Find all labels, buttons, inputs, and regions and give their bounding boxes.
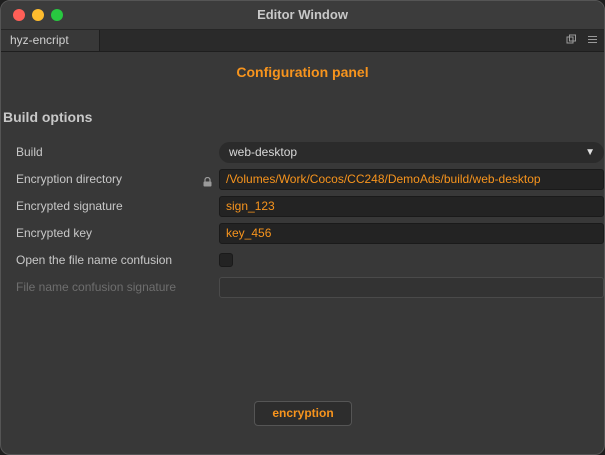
encrypted-key-label: Encrypted key	[16, 226, 93, 240]
encryption-directory-label: Encryption directory	[16, 172, 123, 186]
dropdown-arrow-icon: ▼	[585, 147, 595, 158]
encrypted-signature-label: Encrypted signature	[16, 199, 123, 213]
encrypted-key-field[interactable]: key_456	[219, 223, 604, 244]
file-name-confusion-label: Open the file name confusion	[16, 253, 173, 267]
tab-bar: hyz-encript	[1, 30, 604, 52]
window-title: Editor Window	[257, 7, 348, 22]
encrypted-signature-field[interactable]: sign_123	[219, 196, 604, 217]
encrypted-signature-row: Encrypted signature sign_123	[1, 196, 604, 218]
title-bar: Editor Window	[1, 1, 604, 30]
file-name-confusion-checkbox[interactable]	[219, 253, 233, 267]
build-label: Build	[16, 145, 43, 159]
build-select-value: web-desktop	[229, 145, 298, 159]
encryption-directory-row: Encryption directory /Volumes/Work/Cocos…	[1, 169, 604, 191]
lock-icon	[203, 174, 212, 187]
encryption-button[interactable]: encryption	[254, 401, 352, 426]
confusion-signature-field	[219, 277, 604, 298]
confusion-signature-row: File name confusion signature	[1, 277, 604, 299]
encrypted-key-row: Encrypted key key_456	[1, 223, 604, 245]
editor-window: Editor Window hyz-encript Configuration …	[0, 0, 605, 455]
confusion-signature-label: File name confusion signature	[16, 280, 177, 294]
panel-title: Configuration panel	[236, 64, 369, 80]
file-name-confusion-row: Open the file name confusion	[1, 250, 604, 272]
build-select[interactable]: web-desktop ▼	[219, 142, 604, 163]
tab-actions	[566, 34, 598, 45]
window-icon[interactable]	[566, 34, 577, 45]
menu-icon[interactable]	[587, 34, 598, 45]
tab-hyz-encript[interactable]: hyz-encript	[1, 30, 100, 51]
section-title: Build options	[3, 109, 93, 125]
build-row: Build web-desktop ▼	[1, 142, 604, 164]
encryption-directory-field[interactable]: /Volumes/Work/Cocos/CC248/DemoAds/build/…	[219, 169, 604, 190]
